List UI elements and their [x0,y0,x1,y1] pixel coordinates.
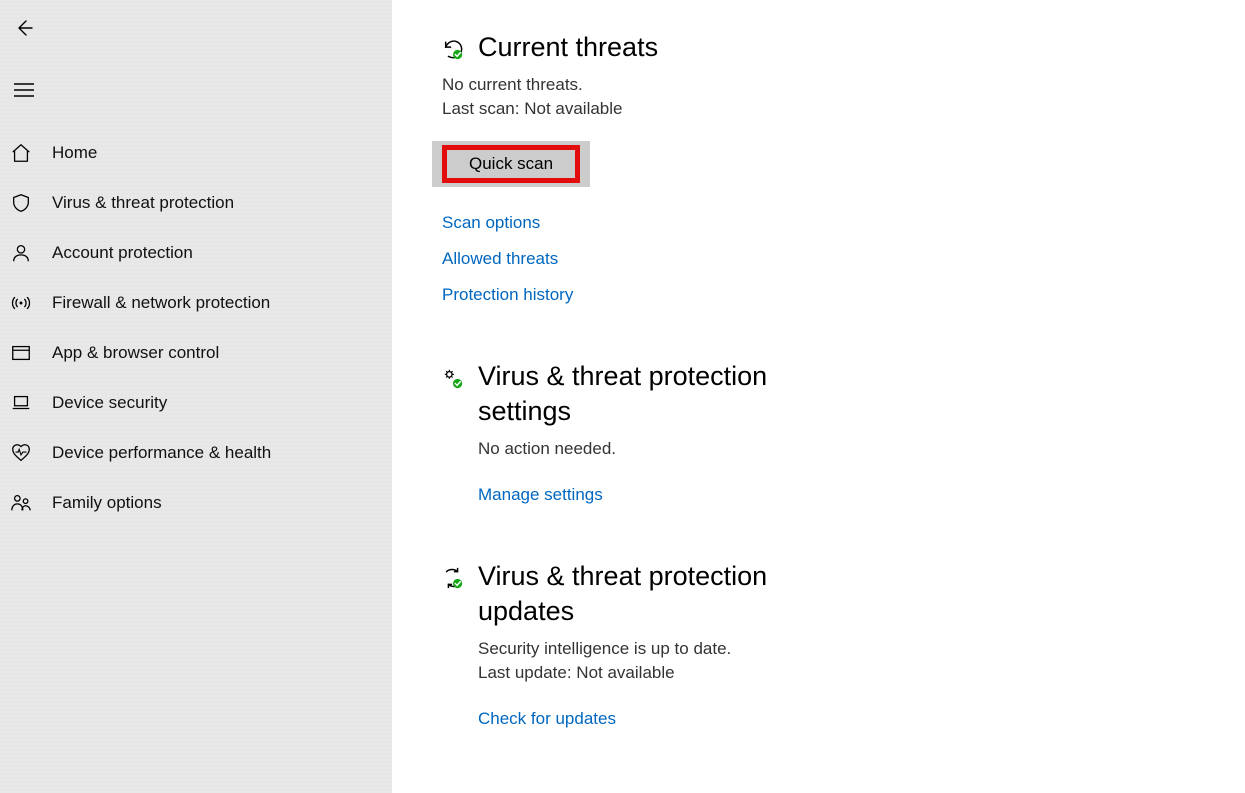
menu-button[interactable] [0,70,48,110]
sidebar-item-virus-threat[interactable]: Virus & threat protection [0,178,392,228]
broadcast-icon [10,292,32,314]
last-update-text: Last update: Not available [478,663,1195,683]
sidebar-item-device-performance[interactable]: Device performance & health [0,428,392,478]
family-icon [10,492,32,514]
hamburger-icon [14,83,34,97]
sidebar-item-label: Account protection [52,243,193,263]
last-scan-text: Last scan: Not available [442,99,1195,119]
section-title: Virus & threat protection settings [478,359,838,429]
back-button[interactable] [0,8,48,48]
sidebar-item-label: Device performance & health [52,443,271,463]
sidebar-item-label: Home [52,143,97,163]
sidebar-item-family[interactable]: Family options [0,478,392,528]
sidebar-item-firewall[interactable]: Firewall & network protection [0,278,392,328]
sidebar-item-home[interactable]: Home [0,128,392,178]
gears-check-icon [442,367,464,389]
history-check-icon [442,38,464,60]
arrow-left-icon [14,18,34,38]
section-vtp-updates: Virus & threat protection updates Securi… [442,559,1195,729]
sidebar-item-app-browser[interactable]: App & browser control [0,328,392,378]
person-icon [10,242,32,264]
heart-pulse-icon [10,442,32,464]
sidebar-item-label: Device security [52,393,167,413]
refresh-check-icon [442,567,464,589]
quick-scan-button[interactable]: Quick scan [442,145,580,183]
manage-settings-link[interactable]: Manage settings [478,485,1195,505]
window-icon [10,342,32,364]
threat-status-text: No current threats. [442,75,1195,95]
laptop-icon [10,392,32,414]
scan-options-link[interactable]: Scan options [442,213,1195,233]
sidebar-item-account-protection[interactable]: Account protection [0,228,392,278]
home-icon [10,142,32,164]
sidebar-item-device-security[interactable]: Device security [0,378,392,428]
updates-status-text: Security intelligence is up to date. [478,639,1195,659]
sidebar-item-label: Virus & threat protection [52,193,234,213]
section-title: Virus & threat protection updates [478,559,838,629]
section-title: Current threats [478,30,658,65]
sidebar-item-label: Firewall & network protection [52,293,270,313]
section-current-threats: Current threats No current threats. Last… [442,30,1195,305]
allowed-threats-link[interactable]: Allowed threats [442,249,1195,269]
check-updates-link[interactable]: Check for updates [478,709,1195,729]
sidebar-item-label: Family options [52,493,162,513]
shield-icon [10,192,32,214]
sidebar: Home Virus & threat protection Account p… [0,0,392,793]
section-vtp-settings: Virus & threat protection settings No ac… [442,359,1195,505]
settings-status-text: No action needed. [478,439,1195,459]
sidebar-nav: Home Virus & threat protection Account p… [0,128,392,528]
sidebar-item-label: App & browser control [52,343,219,363]
main-content: Current threats No current threats. Last… [392,0,1245,793]
protection-history-link[interactable]: Protection history [442,285,1195,305]
